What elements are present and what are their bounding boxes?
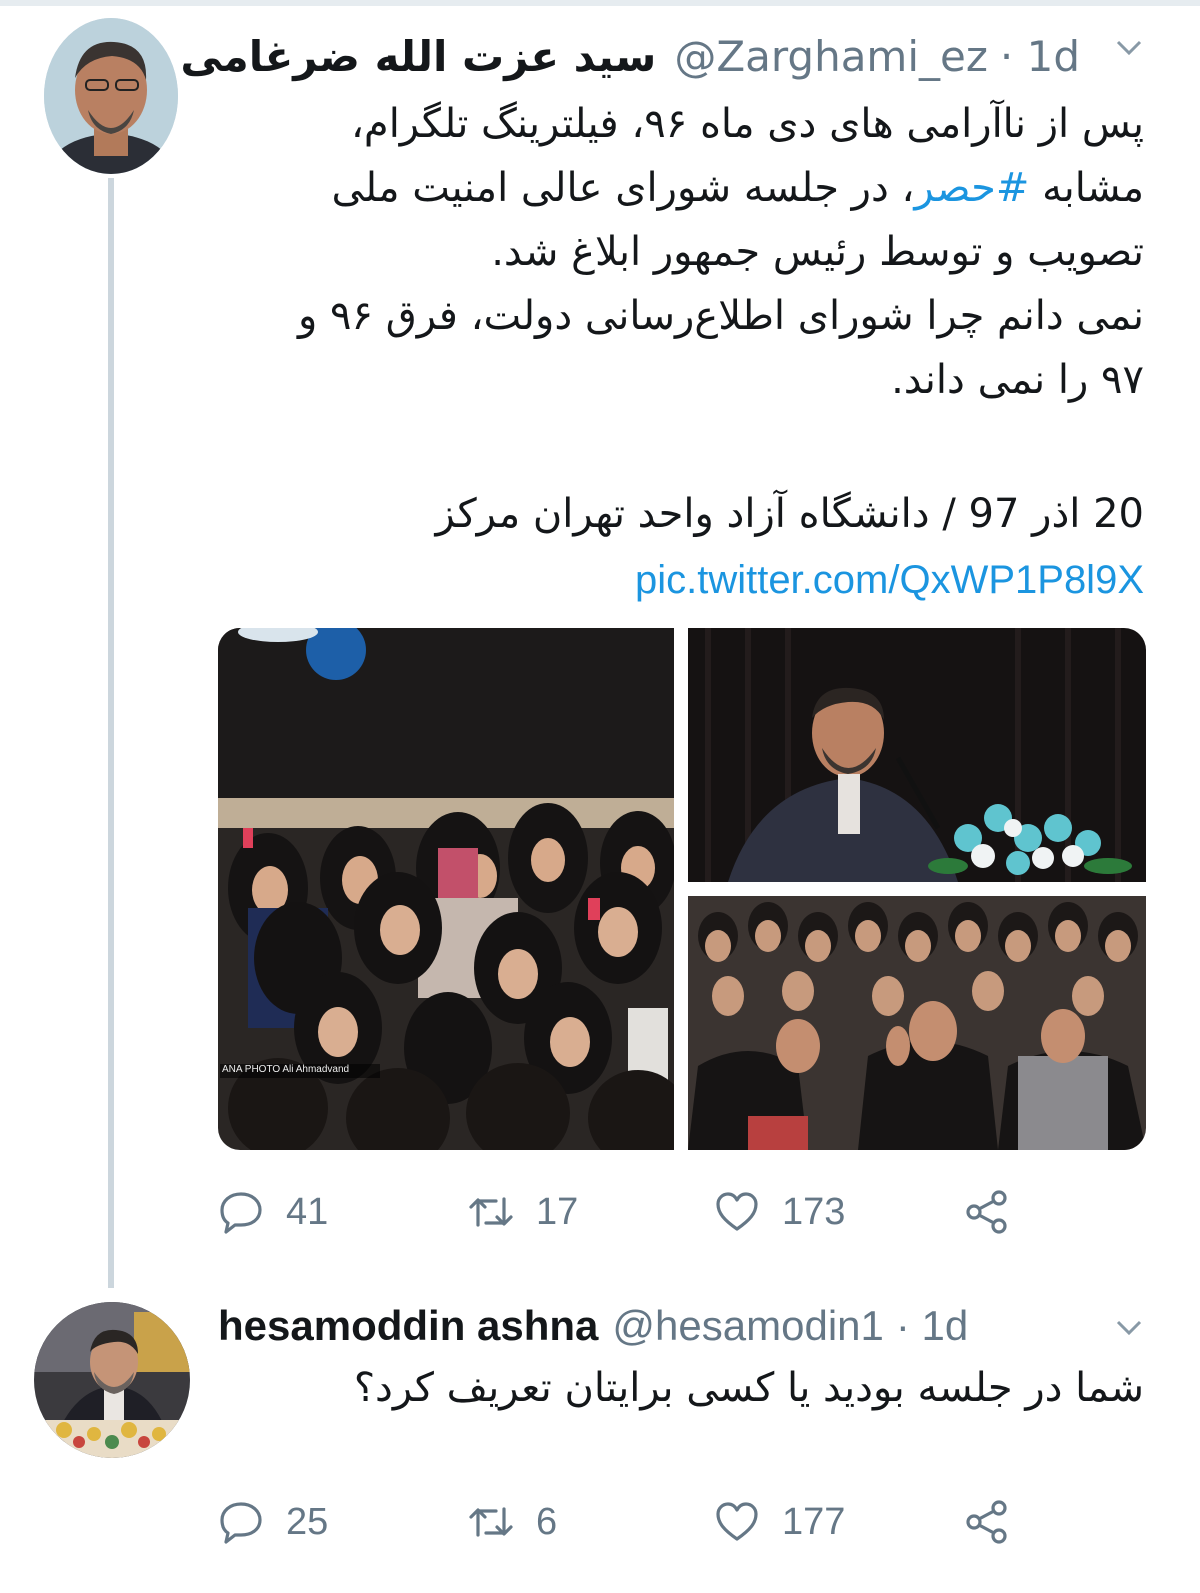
- photo-crowd[interactable]: [688, 896, 1146, 1150]
- retweet-icon: [469, 1197, 513, 1227]
- share-button[interactable]: [964, 1492, 1010, 1552]
- tweet-line: پس از ناآرامی های دی ماه ۹۶، فیلترینگ تل…: [351, 101, 1144, 147]
- retweet-button[interactable]: 6: [468, 1492, 557, 1552]
- like-button[interactable]: 177: [714, 1492, 845, 1552]
- reply-icon: [220, 1502, 262, 1544]
- thread-connector: [108, 178, 114, 1288]
- heart-icon: [716, 1192, 758, 1231]
- top-border: [0, 0, 1200, 6]
- reply-count: 41: [286, 1190, 329, 1233]
- share-icon: [966, 1500, 1007, 1544]
- tweet-actions: 41 17 173: [218, 1182, 1038, 1242]
- display-name[interactable]: hesamoddin ashna: [218, 1302, 598, 1350]
- share-button[interactable]: [964, 1182, 1010, 1242]
- handle[interactable]: @hesamodin1: [612, 1302, 883, 1350]
- reply-button[interactable]: 25: [218, 1492, 328, 1552]
- chevron-down-icon[interactable]: [1112, 1310, 1146, 1344]
- avatar[interactable]: [34, 1302, 190, 1458]
- timestamp[interactable]: · 1d: [896, 1302, 968, 1350]
- retweet-count: 6: [536, 1500, 558, 1543]
- reply-icon: [220, 1192, 262, 1234]
- media-link[interactable]: pic.twitter.com/QxWP1P8l9X: [244, 548, 1144, 612]
- retweet-button[interactable]: 17: [468, 1182, 578, 1242]
- reply-button[interactable]: 41: [218, 1182, 328, 1242]
- tweet-line: مشابه #حصر، در جلسه شورای عالی امنیت ملی: [331, 165, 1144, 211]
- heart-icon: [716, 1502, 758, 1541]
- avatar[interactable]: [44, 18, 178, 174]
- hashtag-link[interactable]: #حصر: [914, 165, 1029, 211]
- tweet-line: ۹۷ را نمی داند.: [891, 357, 1144, 403]
- display-name[interactable]: سید عزت الله ضرغامی: [180, 32, 656, 81]
- tweet-body: شما در جلسه بودید یا کسی برایتان تعریف ک…: [353, 1365, 1144, 1411]
- photo-speaker[interactable]: [688, 628, 1146, 882]
- like-count: 173: [782, 1190, 846, 1233]
- reply-count: 25: [286, 1500, 329, 1543]
- chevron-down-icon[interactable]: [1112, 30, 1146, 64]
- like-count: 177: [782, 1500, 846, 1543]
- like-button[interactable]: 173: [714, 1182, 845, 1242]
- photo-credit: ANA PHOTO Ali Ahmadvand: [222, 1064, 350, 1075]
- share-icon: [966, 1190, 1007, 1234]
- tweet-actions: 25 6 177: [218, 1492, 1038, 1552]
- tweet-line: تصویب و توسط رئیس جمهور ابلاغ شد.: [491, 229, 1144, 275]
- handle[interactable]: @Zarghami_ez: [674, 32, 988, 81]
- photo-audience[interactable]: ANA PHOTO Ali Ahmadvand: [218, 628, 674, 1150]
- tweet-body: پس از ناآرامی های دی ماه ۹۶، فیلترینگ تل…: [244, 92, 1144, 412]
- retweet-icon: [469, 1507, 513, 1537]
- tweet-header: hesamoddin ashna @hesamodin1 · 1d: [218, 1298, 968, 1354]
- tweet-caption: 20 اذر 97 / دانشگاه آزاد واحد تهران مرکز: [435, 491, 1144, 537]
- retweet-count: 17: [536, 1190, 579, 1233]
- timestamp[interactable]: · 1d: [1000, 32, 1080, 81]
- media-grid[interactable]: ANA PHOTO Ali Ahmadvand: [218, 628, 1146, 1150]
- tweet-line: نمی دانم چرا شورای اطلاع‌رسانی دولت، فرق…: [297, 293, 1144, 339]
- tweet-header: سید عزت الله ضرغامی @Zarghami_ez · 1d: [180, 28, 1080, 84]
